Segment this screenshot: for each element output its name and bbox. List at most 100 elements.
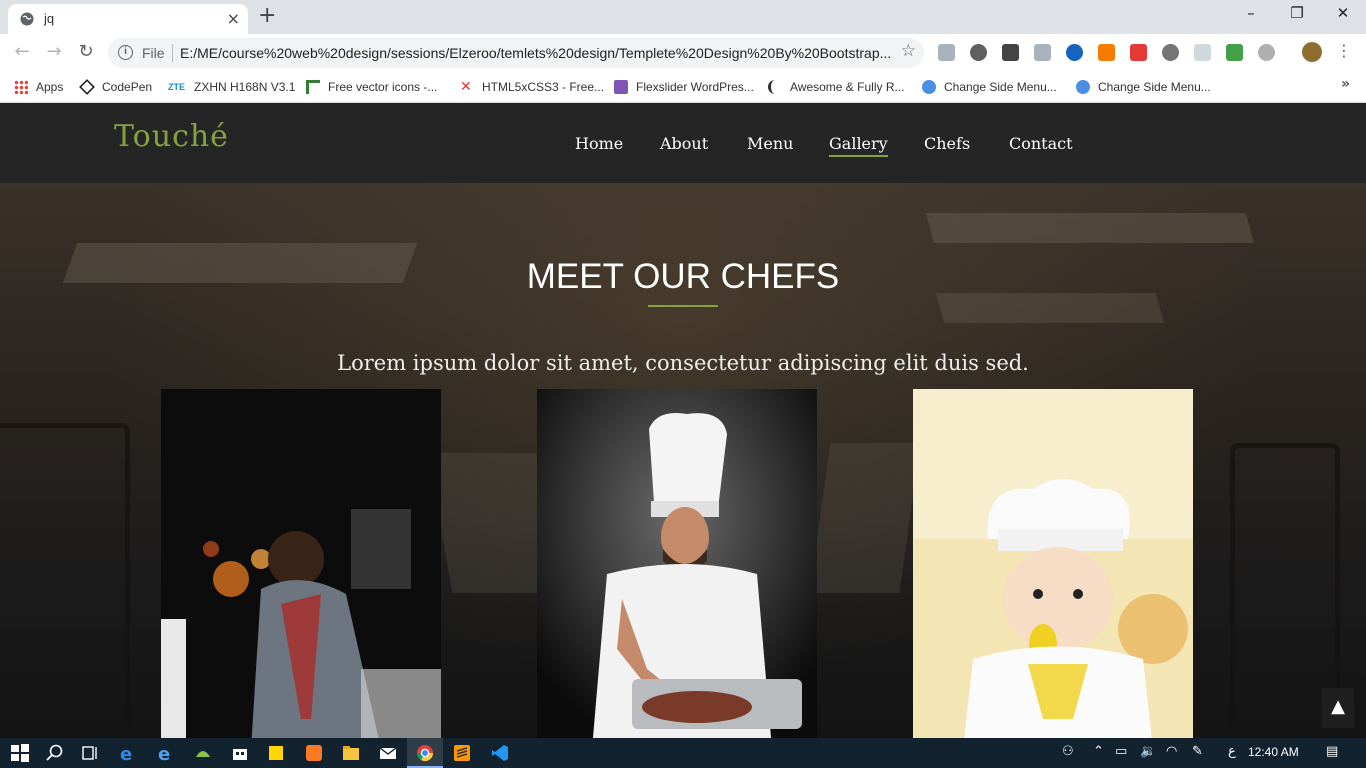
chef-card-3[interactable]: [913, 389, 1193, 738]
background-chair: [0, 423, 130, 738]
tab-title: jq: [44, 11, 55, 26]
wifi-icon[interactable]: ◠: [1166, 744, 1177, 759]
cors-ext-icon[interactable]: [1226, 44, 1243, 61]
nav-chefs[interactable]: Chefs: [924, 134, 970, 153]
bookmark-label: Awesome & Fully R...: [790, 80, 905, 94]
internet-explorer-icon[interactable]: e: [156, 743, 176, 763]
mail-icon[interactable]: [378, 743, 398, 763]
sublime-text-icon[interactable]: [452, 743, 472, 763]
moon-icon: [768, 80, 782, 94]
bookmark-zte[interactable]: ZTE ZXHN H168N V3.1: [168, 77, 295, 97]
forward-button[interactable]: →: [42, 41, 66, 62]
xampp-icon[interactable]: [304, 743, 324, 763]
bookmarks-bar: Apps CodePen ZTE ZXHN H168N V3.1 Free ve…: [0, 72, 1366, 103]
ext-film-icon[interactable]: [1162, 44, 1179, 61]
close-window-button[interactable]: ✕: [1320, 4, 1366, 22]
scroll-to-top-button[interactable]: ▲: [1322, 688, 1354, 728]
search-icon[interactable]: [45, 743, 65, 763]
section-subtitle: Lorem ipsum dolor sit amet, consectetur …: [337, 351, 1029, 375]
address-divider: [172, 44, 173, 62]
browser-tab[interactable]: jq ×: [8, 4, 248, 34]
sticky-notes-icon[interactable]: [266, 743, 286, 763]
chef-card-1[interactable]: [161, 389, 441, 738]
browser-menu-icon[interactable]: ⋮: [1332, 41, 1356, 60]
bookmark-label: HTML5xCSS3 - Free...: [482, 80, 605, 94]
browser-toolbar: ← → ↻ i File E:/ME/course%20web%20design…: [0, 34, 1366, 72]
task-view-icon[interactable]: [80, 743, 100, 763]
nav-menu[interactable]: Menu: [747, 134, 793, 153]
section-title: MEET OUR CHEFS: [526, 257, 840, 296]
minimize-button[interactable]: –: [1228, 4, 1274, 22]
input-language[interactable]: ع: [1228, 744, 1236, 759]
eyedropper-ext-icon[interactable]: [1002, 44, 1019, 61]
bookmark-change-side-menu-2[interactable]: Change Side Menu...: [1076, 77, 1211, 97]
background-table: [935, 293, 1165, 323]
bookmark-label: ZXHN H168N V3.1: [194, 80, 296, 94]
globe-icon: [1076, 80, 1090, 94]
restore-button[interactable]: ❐: [1274, 4, 1320, 22]
globe-icon: [20, 12, 34, 26]
ext-orange-icon[interactable]: [1098, 44, 1115, 61]
edge-icon[interactable]: e: [118, 743, 138, 763]
ext-red-icon[interactable]: [1130, 44, 1147, 61]
bookmark-codepen[interactable]: CodePen: [79, 77, 153, 97]
android-studio-icon[interactable]: [193, 743, 213, 763]
nav-about[interactable]: About: [660, 134, 708, 153]
page-viewport: Touché Home About Menu Gallery Chefs Con…: [0, 103, 1366, 738]
profile-avatar[interactable]: [1302, 42, 1322, 62]
system-clock[interactable]: 12:40 AM: [1248, 745, 1299, 759]
bookmark-label: Change Side Menu...: [1098, 80, 1211, 94]
nav-gallery[interactable]: Gallery: [829, 134, 888, 157]
more-bookmarks-button[interactable]: »: [1341, 76, 1350, 92]
bookmark-label: CodePen: [102, 80, 153, 94]
ext-page-icon[interactable]: [1194, 44, 1211, 61]
bookmark-star-icon[interactable]: ☆: [901, 41, 916, 61]
chef-card-2[interactable]: [537, 389, 817, 738]
help-ext-icon[interactable]: [1258, 44, 1275, 61]
store-icon[interactable]: [230, 743, 250, 763]
apps-grid-icon: [14, 80, 28, 94]
back-button[interactable]: ←: [10, 41, 34, 62]
file-explorer-icon[interactable]: [341, 743, 361, 763]
ext-b-icon[interactable]: [970, 44, 987, 61]
reload-button[interactable]: ↻: [74, 41, 98, 62]
svg-text:e: e: [120, 744, 132, 763]
site-logo[interactable]: Touché: [114, 119, 229, 154]
volume-icon[interactable]: 🔉: [1140, 744, 1156, 759]
pen-workspace-icon[interactable]: ✎: [1192, 744, 1203, 759]
bookmark-flaticon[interactable]: Free vector icons -...: [306, 77, 437, 97]
bookmark-html5xcss3[interactable]: ✕ HTML5xCSS3 - Free...: [460, 77, 604, 97]
site-navbar: Touché Home About Menu Gallery Chefs Con…: [0, 103, 1366, 183]
codepen-icon: [79, 79, 95, 95]
url-text[interactable]: E:/ME/course%20web%20design/sessions/Elz…: [180, 45, 891, 61]
title-underline: [648, 305, 718, 307]
chefs-section: MEET OUR CHEFS Lorem ipsum dolor sit ame…: [0, 183, 1366, 738]
chrome-icon[interactable]: [415, 743, 435, 763]
bookmark-label: Change Side Menu...: [944, 80, 1057, 94]
site-info-icon[interactable]: i: [118, 45, 133, 60]
close-tab-icon[interactable]: ×: [227, 9, 240, 28]
show-hidden-icons[interactable]: ⌃: [1093, 744, 1104, 759]
battery-icon[interactable]: ▭: [1115, 744, 1127, 759]
download-ext-2-icon[interactable]: [1034, 44, 1051, 61]
bookmark-flexslider[interactable]: Flexslider WordPres...: [614, 77, 754, 97]
child-chef-photo: [913, 389, 1193, 738]
bookmark-apps[interactable]: Apps: [14, 77, 63, 97]
nav-home[interactable]: Home: [575, 134, 623, 153]
bookmark-label: Apps: [36, 80, 64, 94]
zte-icon: ZTE: [168, 82, 185, 92]
windows-start-icon[interactable]: [10, 743, 30, 763]
bookmark-awesome[interactable]: Awesome & Fully R...: [768, 77, 904, 97]
browser-tab-strip: jq × + – ❐ ✕: [0, 0, 1366, 34]
vscode-icon[interactable]: [490, 743, 510, 763]
new-tab-button[interactable]: +: [258, 4, 276, 28]
action-center-icon[interactable]: ▤: [1326, 744, 1338, 759]
html5xcss3-icon: ✕: [460, 79, 472, 95]
people-icon[interactable]: ⚇: [1062, 744, 1074, 759]
ext-blue-icon[interactable]: [1066, 44, 1083, 61]
address-bar[interactable]: i File E:/ME/course%20web%20design/sessi…: [108, 38, 924, 68]
nav-contact[interactable]: Contact: [1009, 134, 1073, 153]
bookmark-change-side-menu-1[interactable]: Change Side Menu...: [922, 77, 1057, 97]
download-ext-icon[interactable]: [938, 44, 955, 61]
url-scheme-label: File: [142, 45, 165, 61]
